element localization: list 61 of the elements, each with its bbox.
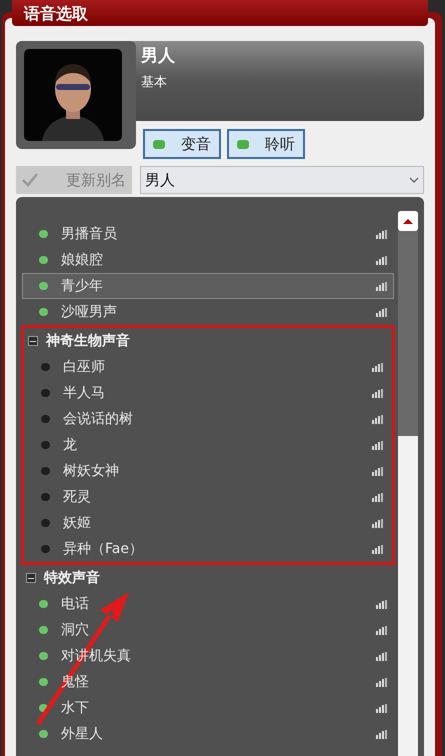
voice-name-title: 男人 — [141, 45, 175, 67]
voice-name: 外星人 — [61, 724, 103, 744]
signal-icon — [372, 414, 383, 424]
signal-icon — [372, 492, 383, 502]
voice-name: 娘娘腔 — [61, 250, 103, 270]
voice-name: 龙 — [63, 436, 77, 454]
signal-icon — [372, 362, 383, 372]
signal-icon — [376, 308, 387, 316]
voice-item[interactable]: 妖姬 — [24, 510, 390, 536]
scroll-up-button[interactable] — [398, 211, 418, 231]
voice-item[interactable]: 男播音员 — [22, 221, 394, 247]
voice-name: 青少年 — [61, 276, 103, 296]
voice-name: 死灵 — [63, 488, 91, 506]
voice-name: 水下 — [61, 698, 89, 718]
voice-name: 半人马 — [63, 384, 105, 402]
signal-icon — [376, 256, 387, 264]
collapse-toggle[interactable] — [26, 573, 36, 583]
group-title: 神奇生物声音 — [46, 332, 130, 350]
voice-name: 洞穴 — [61, 620, 89, 640]
signal-icon — [376, 600, 387, 608]
signal-icon — [372, 518, 383, 528]
voice-name: 男播音员 — [61, 224, 117, 244]
voice-name: 妖姬 — [63, 514, 91, 532]
voice-item[interactable]: 半人马 — [24, 380, 390, 406]
signal-icon — [376, 652, 387, 660]
group-title: 特效声音 — [44, 568, 100, 588]
window-title: 语音选取 — [24, 3, 88, 25]
voice-item[interactable]: 树妖女神 — [24, 458, 390, 484]
collapse-toggle[interactable] — [28, 336, 38, 346]
voice-name: 白巫师 — [63, 358, 105, 376]
voice-name: 树妖女神 — [63, 462, 119, 480]
signal-icon — [372, 544, 383, 554]
signal-icon — [376, 730, 387, 738]
voice-item[interactable]: 白巫师 — [24, 354, 390, 380]
voice-item[interactable]: 死灵 — [24, 484, 390, 510]
toggle-button[interactable]: 变音 — [143, 129, 221, 159]
signal-icon — [372, 388, 383, 398]
voice-item[interactable]: 娘娘腔 — [22, 247, 394, 273]
scroll-thumb[interactable] — [398, 436, 418, 756]
voice-name: 沙哑男声 — [61, 302, 117, 322]
toggle-button[interactable]: 聆听 — [227, 129, 305, 159]
signal-icon — [372, 440, 383, 450]
voice-name: 异种（Fae） — [63, 540, 143, 558]
signal-icon — [376, 704, 387, 712]
signal-icon — [376, 282, 387, 290]
signal-icon — [376, 678, 387, 686]
voice-name: 电话 — [61, 594, 89, 614]
voice-item[interactable]: 外星人 — [22, 721, 394, 747]
voice-item[interactable]: 沙哑男声 — [22, 299, 394, 325]
voice-item[interactable]: 龙 — [24, 432, 390, 458]
voice-item[interactable]: 会说话的树 — [24, 406, 390, 432]
voice-category: 基本 — [141, 74, 168, 92]
alias-dropdown[interactable]: 男人 — [140, 166, 424, 194]
voice-item[interactable]: 异种（Fae） — [24, 536, 390, 562]
checkmark-icon — [22, 173, 38, 187]
chevron-icon — [409, 177, 419, 183]
signal-icon — [372, 466, 383, 476]
signal-icon — [376, 626, 387, 634]
voice-name: 会说话的树 — [63, 410, 133, 428]
voice-item[interactable]: 青少年 — [22, 273, 394, 299]
signal-icon — [376, 230, 387, 238]
